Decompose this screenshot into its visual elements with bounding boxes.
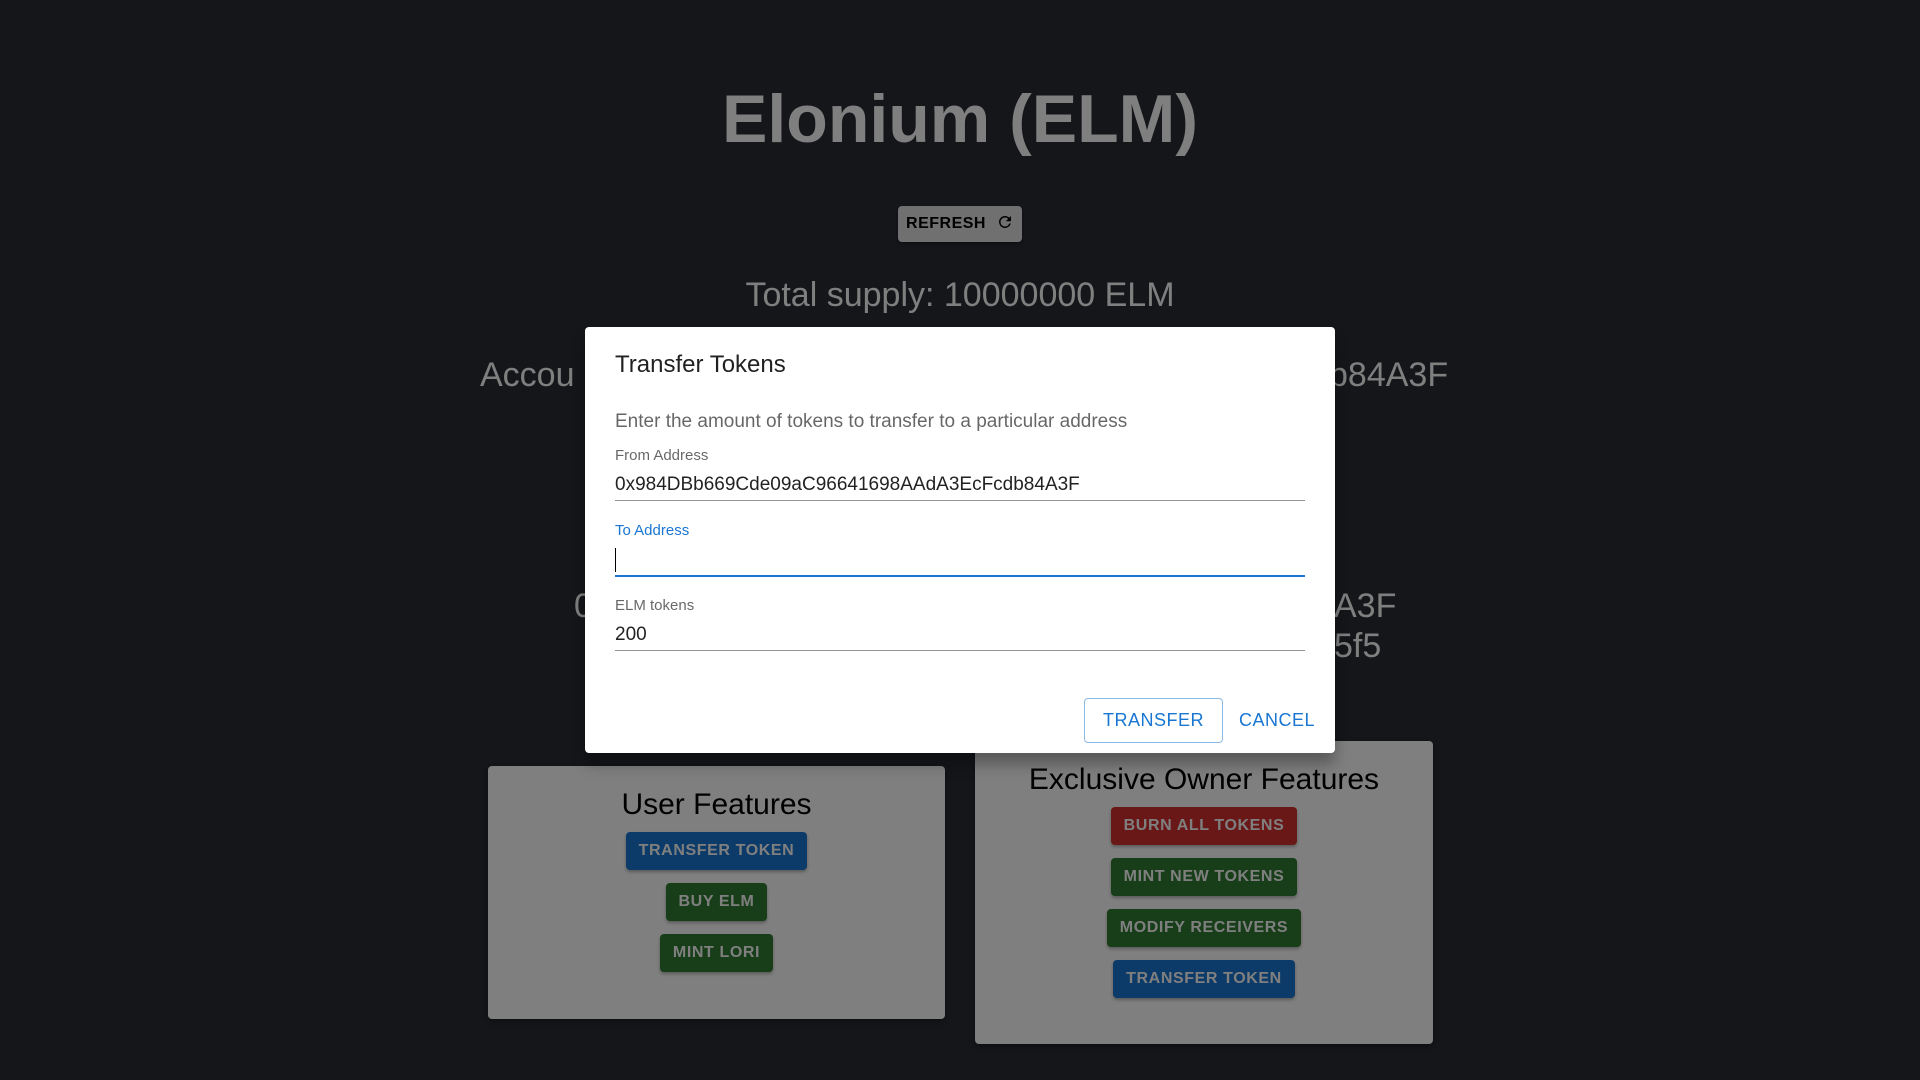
from-address-label: From Address <box>615 447 709 464</box>
elm-tokens-input[interactable]: 200 <box>615 620 1305 650</box>
to-address-field[interactable]: To Address <box>615 522 1305 577</box>
to-address-underline <box>615 575 1305 577</box>
dialog-description: Enter the amount of tokens to transfer t… <box>615 411 1128 432</box>
text-cursor <box>615 547 616 572</box>
transfer-button[interactable]: TRANSFER <box>1083 698 1223 743</box>
to-address-label: To Address <box>615 522 690 539</box>
dialog-title: Transfer Tokens <box>615 351 786 378</box>
cancel-button[interactable]: CANCEL <box>1231 698 1323 743</box>
from-address-input[interactable]: 0x984DBb669Cde09aC96641698AAdA3EcFcdb84A… <box>615 470 1305 500</box>
elm-tokens-label: ELM tokens <box>615 597 695 614</box>
elm-tokens-field[interactable]: ELM tokens 200 <box>615 597 1305 651</box>
from-address-field[interactable]: From Address 0x984DBb669Cde09aC96641698A… <box>615 447 1305 501</box>
transfer-tokens-dialog: Transfer Tokens Enter the amount of toke… <box>585 327 1335 753</box>
to-address-input[interactable] <box>615 545 1305 575</box>
elm-tokens-underline <box>615 650 1305 651</box>
from-address-underline <box>615 500 1305 501</box>
dialog-actions: TRANSFER CANCEL <box>1083 698 1323 743</box>
